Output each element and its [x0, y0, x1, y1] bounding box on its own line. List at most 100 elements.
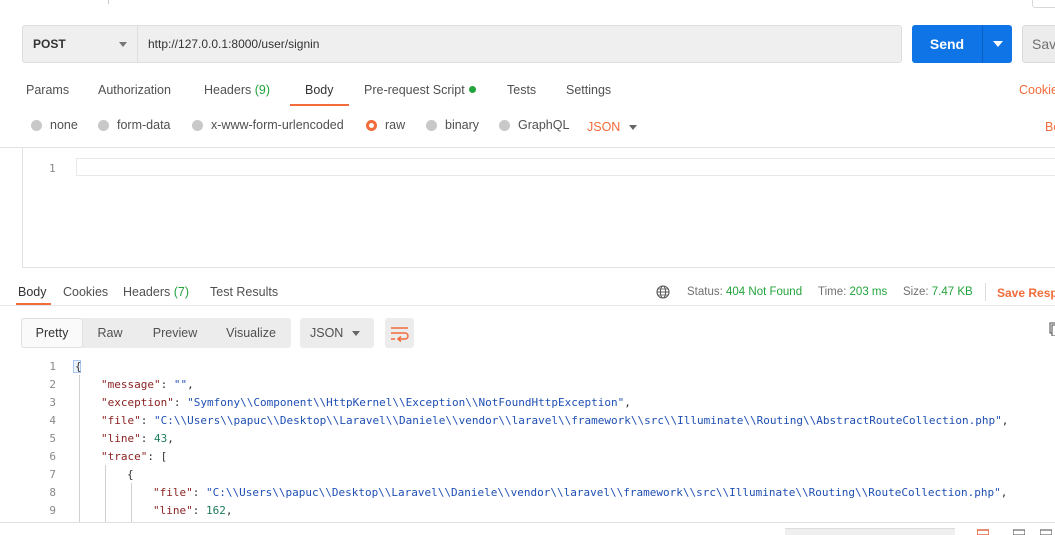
json-key: "line" — [101, 432, 141, 445]
body-format-select[interactable]: JSON — [587, 120, 620, 134]
line-number: 2 — [49, 378, 56, 391]
url-input[interactable]: http://127.0.0.1:8000/user/signin — [137, 25, 902, 63]
radio-binary[interactable]: binary — [426, 118, 479, 132]
divider — [0, 522, 1055, 523]
save-button[interactable]: Save — [1022, 25, 1055, 63]
tab-authorization[interactable]: Authorization — [98, 83, 171, 97]
json-punct: , — [225, 504, 233, 517]
tab-headers[interactable]: Headers (9) — [204, 83, 270, 97]
json-punct: , — [167, 432, 174, 445]
size-info: Size: 7.47 KB — [903, 286, 973, 298]
copy-icon[interactable] — [1049, 322, 1055, 336]
code-text: "file": "C:\\Users\\papuc\\Desktop\\Lara… — [153, 486, 1008, 499]
radio-urlencoded[interactable]: x-www-form-urlencoded — [192, 118, 344, 132]
radio-icon — [98, 119, 109, 131]
chevron-down-icon — [119, 42, 127, 47]
json-key: "exception" — [101, 396, 174, 409]
code-line: 4 "file": "C:\\Users\\papuc\\Desktop\\La… — [0, 411, 1055, 429]
json-punct: , — [1001, 414, 1009, 427]
radio-icon — [426, 119, 437, 131]
tab-settings[interactable]: Settings — [566, 83, 611, 97]
radio-raw-label: raw — [385, 118, 406, 132]
code-text: "trace": [ — [101, 450, 168, 463]
radio-urlencoded-label: x-www-form-urlencoded — [211, 118, 344, 132]
code-line: 1 { — [0, 357, 1055, 375]
editor-active-line[interactable] — [76, 158, 1055, 176]
radio-none-label: none — [50, 118, 78, 132]
size-value: 7.47 KB — [931, 286, 973, 298]
keyboard-icon[interactable] — [1040, 529, 1052, 535]
method-select[interactable]: POST — [22, 25, 137, 63]
view-visualize[interactable]: Visualize — [217, 318, 285, 348]
json-punct: , — [1000, 486, 1008, 499]
wrap-icon — [391, 327, 409, 343]
code-text: { — [75, 360, 82, 373]
response-format-select[interactable]: JSON — [300, 318, 374, 348]
json-value: "C:\\Users\\papuc\\Desktop\\Laravel\\Dan… — [206, 486, 1001, 499]
resp-tab-headers-label: Headers — [123, 285, 171, 299]
request-tabs: Params Authorization Headers (9) Body Pr… — [0, 76, 1055, 106]
line-number: 6 — [49, 450, 56, 463]
radio-binary-label: binary — [445, 118, 480, 132]
line-number: 4 — [49, 414, 56, 427]
code-text: { — [127, 468, 134, 481]
tab-tests[interactable]: Tests — [507, 83, 536, 97]
json-key: "trace" — [101, 450, 148, 463]
divider — [0, 305, 1055, 306]
radio-form-data[interactable]: form-data — [98, 118, 171, 132]
view-pretty[interactable]: Pretty — [21, 318, 83, 348]
method-label: POST — [33, 37, 66, 51]
resp-tab-cookies[interactable]: Cookies — [63, 285, 108, 299]
code-line: 8 "file": "C:\\Users\\papuc\\Desktop\\La… — [0, 483, 1055, 501]
json-key: "file" — [153, 486, 193, 499]
cookies-link[interactable]: Cookies — [1019, 83, 1055, 97]
globe-icon[interactable] — [656, 285, 670, 299]
radio-icon — [31, 119, 42, 131]
code-text: "line": 43, — [101, 432, 174, 445]
view-mode-group: Pretty Raw Preview Visualize — [21, 318, 291, 348]
line-number: 1 — [49, 162, 56, 175]
corner-control[interactable] — [1032, 0, 1055, 8]
view-preview[interactable]: Preview — [143, 318, 207, 348]
chevron-down-icon[interactable] — [629, 125, 637, 130]
json-punct: [ — [160, 450, 168, 463]
line-number: 8 — [49, 486, 56, 499]
radio-icon — [192, 119, 203, 131]
radio-graphql[interactable]: GraphQL — [499, 118, 569, 132]
send-options-button[interactable] — [982, 25, 1012, 63]
json-punct: , — [624, 396, 631, 409]
resp-tab-headers[interactable]: Headers (7) — [123, 285, 189, 299]
tab-body[interactable]: Body — [305, 83, 334, 97]
send-button[interactable]: Send — [912, 25, 982, 63]
response-body-viewer[interactable]: 1 { 2 "message": "", 3 "exception": "Sym… — [0, 357, 1055, 522]
status-bar-segment — [785, 528, 955, 535]
layout-icon[interactable] — [1013, 529, 1025, 535]
console-icon[interactable] — [977, 529, 989, 535]
line-number: 9 — [49, 504, 56, 517]
save-response-button[interactable]: Save Response — [997, 286, 1055, 300]
json-value: 162 — [206, 504, 226, 517]
json-value: "" — [173, 378, 188, 391]
beautify-link[interactable]: Beautify — [1045, 120, 1055, 134]
line-number: 1 — [49, 360, 56, 373]
view-raw[interactable]: Raw — [87, 318, 133, 348]
resp-tab-test-results[interactable]: Test Results — [210, 285, 278, 299]
status-info: Status: 404 Not Found — [687, 286, 802, 298]
json-key: "file" — [101, 414, 141, 427]
json-key: "message" — [101, 378, 161, 391]
time-info: Time: 203 ms — [818, 286, 887, 298]
tab-pre-request-label: Pre-request Script — [364, 83, 465, 97]
radio-none[interactable]: none — [31, 118, 78, 132]
resp-tab-body[interactable]: Body — [18, 285, 47, 299]
size-label: Size: — [903, 286, 929, 298]
line-number: 5 — [49, 432, 56, 445]
json-value: "C:\\Users\\papuc\\Desktop\\Laravel\\Dan… — [154, 414, 1002, 427]
wrap-lines-button[interactable] — [385, 318, 414, 348]
tab-params[interactable]: Params — [26, 83, 69, 97]
radio-graphql-label: GraphQL — [518, 118, 570, 132]
radio-icon — [499, 119, 510, 131]
tab-headers-label: Headers — [204, 83, 252, 97]
request-body-editor[interactable]: 1 — [22, 148, 1055, 268]
tab-pre-request-script[interactable]: Pre-request Script — [364, 83, 476, 97]
radio-raw[interactable]: raw — [366, 118, 405, 132]
